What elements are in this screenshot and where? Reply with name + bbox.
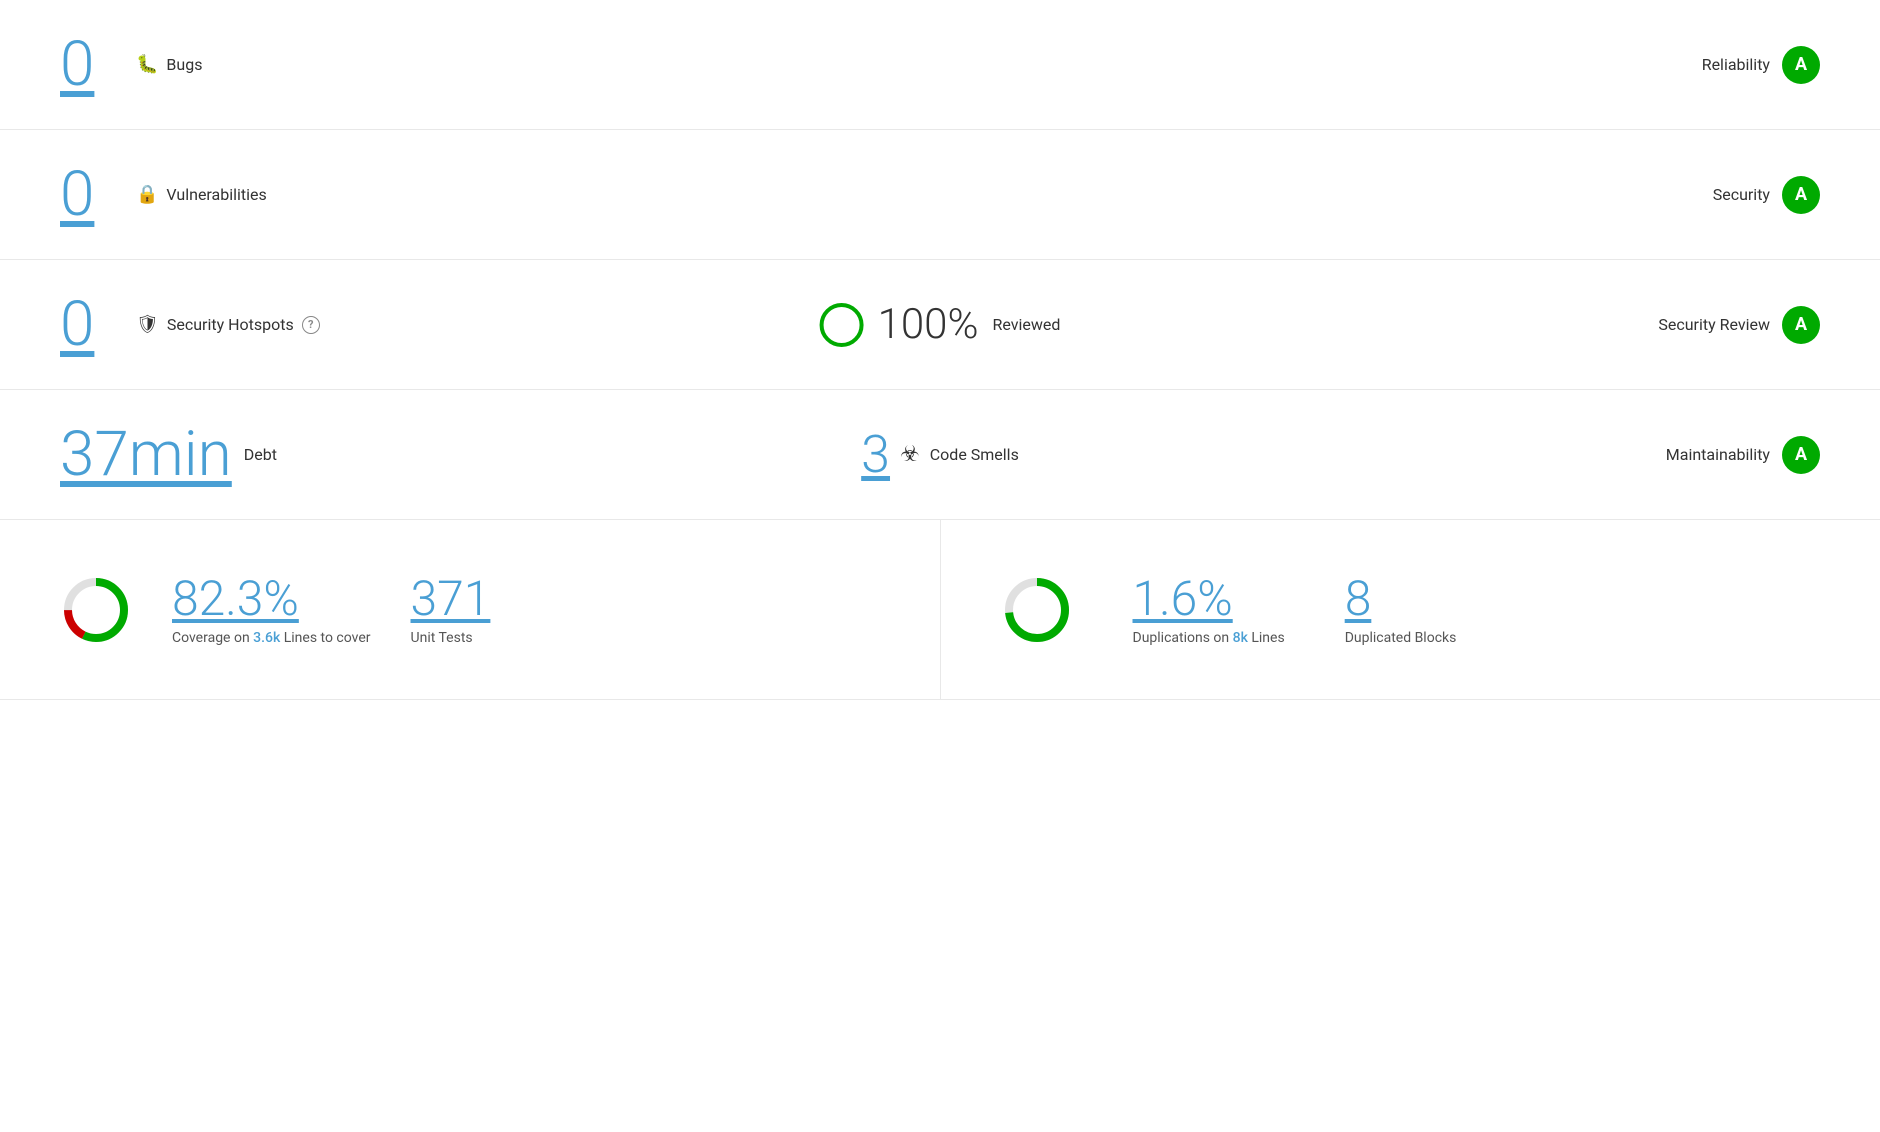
hotspots-section-label: Security Review [1658,315,1770,334]
bugs-left: 0 🐛 Bugs [60,34,1702,96]
debt-label: Debt [244,445,277,464]
maintainability-section-label: Maintainability [1666,445,1770,464]
coverage-lines-count[interactable]: 3.6k [253,630,280,646]
hotspots-grade: A [1782,306,1820,344]
bugs-label-group: 🐛 Bugs [136,54,202,75]
coverage-section: 82.3% Coverage on 3.6k Lines to cover 37… [0,520,941,699]
bugs-count[interactable]: 0 [60,34,120,96]
reviewed-label: Reviewed [993,315,1061,334]
dup-blocks-label: Duplicated Blocks [1345,630,1457,646]
debt-value[interactable]: 37min [60,424,232,486]
unit-tests-info: 371 Unit Tests [411,573,491,646]
hotspots-label-group: 🛡 Security Hotspots ? [136,314,320,335]
dup-pct-info: 1.6% Duplications on 8k Lines [1133,573,1285,646]
unit-label: Unit Tests [411,630,491,646]
code-smells-center: 3 ☣ Code Smells [861,424,1019,485]
dup-pct[interactable]: 1.6% [1133,573,1285,626]
bugs-label: Bugs [166,55,202,74]
coverage-donut-chart [60,574,132,646]
dup-blocks-info: 8 Duplicated Blocks [1345,573,1457,646]
dup-lines-count[interactable]: 8k [1233,630,1248,646]
coverage-info: 82.3% Coverage on 3.6k Lines to cover [172,573,371,646]
vulnerabilities-count[interactable]: 0 [60,164,120,226]
dup-blocks-count[interactable]: 8 [1345,573,1457,626]
duplications-section: 1.6% Duplications on 8k Lines 8 Duplicat… [941,520,1880,699]
coverage-pct[interactable]: 82.3% [172,573,371,626]
reviewed-pct: 100% [878,300,979,349]
security-hotspots-row: 0 🛡 Security Hotspots ? 100% Reviewed Se… [0,260,1880,390]
vulnerabilities-label-group: 🔒 Vulnerabilities [136,184,267,205]
bugs-row: 0 🐛 Bugs Reliability A [0,0,1880,130]
hotspots-count[interactable]: 0 [60,294,120,356]
bugs-right: Reliability A [1702,46,1820,84]
maintainability-grade: A [1782,436,1820,474]
vulnerabilities-grade: A [1782,176,1820,214]
dup-sub: Duplications on 8k Lines [1133,630,1285,646]
maintainability-row: 37min Debt 3 ☣ Code Smells Maintainabili… [0,390,1880,520]
vulnerabilities-label: Vulnerabilities [166,185,266,204]
hotspots-label: Security Hotspots [167,315,294,334]
reviewed-circle-icon [820,303,864,347]
bottom-row: 82.3% Coverage on 3.6k Lines to cover 37… [0,520,1880,700]
coverage-sub: Coverage on 3.6k Lines to cover [172,630,371,646]
smells-label: Code Smells [930,445,1019,464]
vulnerabilities-section-label: Security [1713,185,1770,204]
help-icon[interactable]: ? [302,316,320,334]
duplication-donut-chart [1001,574,1073,646]
lock-icon: 🔒 [136,184,158,205]
bugs-section-label: Reliability [1702,55,1770,74]
smells-count[interactable]: 3 [861,424,890,485]
hotspots-center: 100% Reviewed [820,300,1061,349]
hotspots-right: Security Review A [1658,306,1820,344]
hazard-icon: ☣ [900,442,920,467]
vulnerabilities-left: 0 🔒 Vulnerabilities [60,164,1713,226]
bugs-grade: A [1782,46,1820,84]
vulnerabilities-row: 0 🔒 Vulnerabilities Security A [0,130,1880,260]
bug-icon: 🐛 [136,54,158,75]
unit-count[interactable]: 371 [411,573,491,626]
vulnerabilities-right: Security A [1713,176,1820,214]
shield-icon: 🛡 [136,314,159,335]
maintainability-right: Maintainability A [1666,436,1820,474]
